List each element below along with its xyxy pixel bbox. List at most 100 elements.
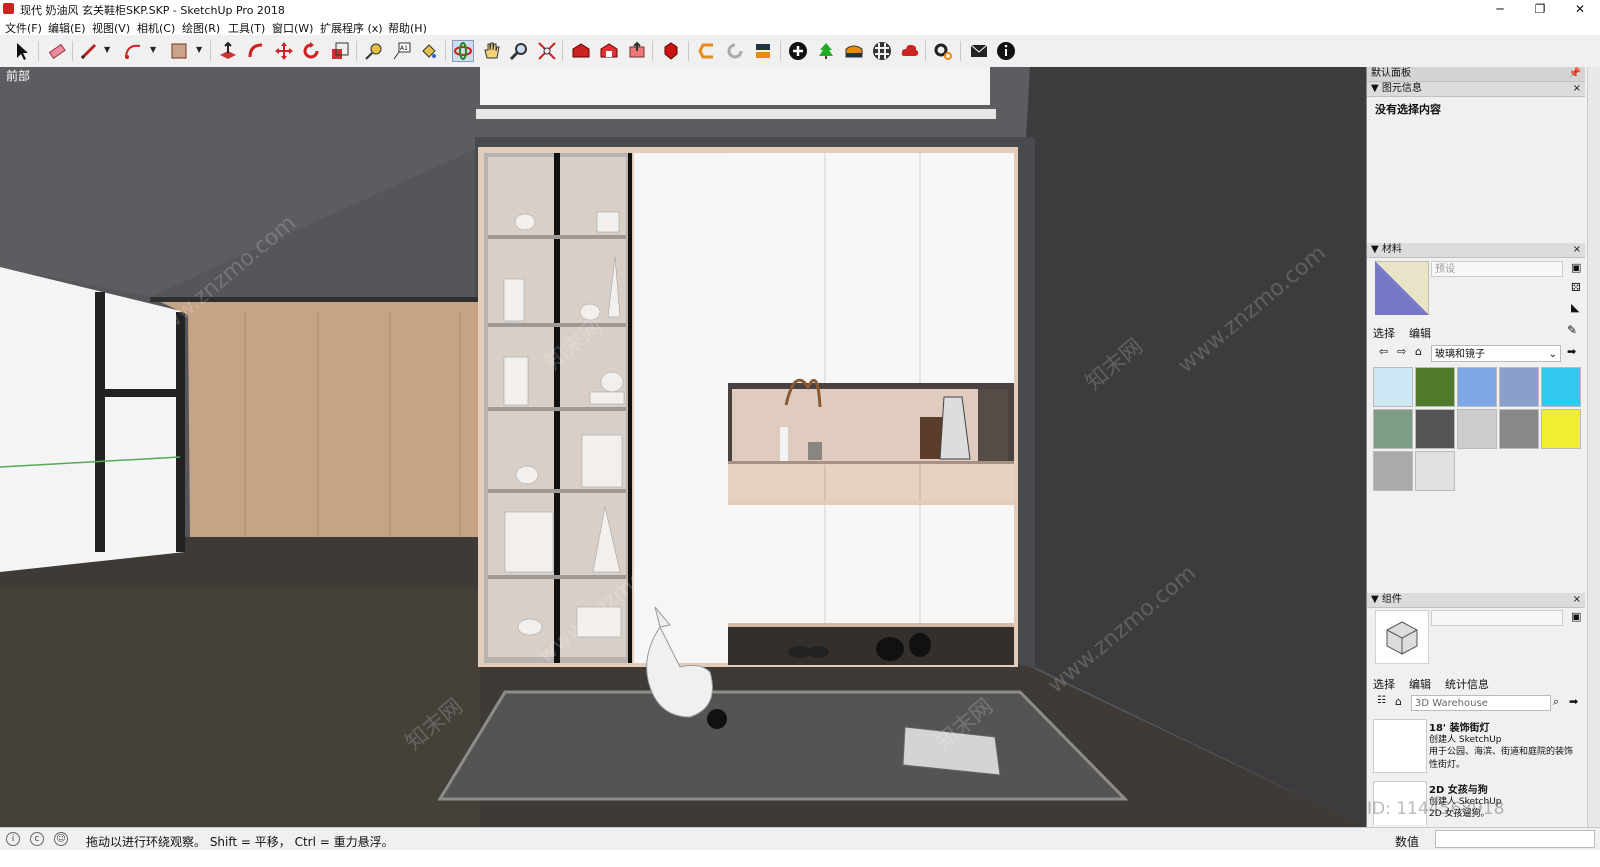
preferences-gear-icon[interactable]: [932, 40, 954, 62]
arc-tool-dropdown-icon[interactable]: ▼: [150, 45, 156, 54]
material-swatch[interactable]: [1373, 451, 1413, 491]
materials-header[interactable]: ▼ 材料 ×: [1367, 243, 1585, 258]
menu-tools[interactable]: 工具(T): [228, 20, 265, 36]
menu-draw[interactable]: 绘图(R): [182, 20, 220, 36]
material-swatch[interactable]: [1457, 409, 1497, 449]
reload-icon[interactable]: [724, 40, 746, 62]
zoom-extents-tool-icon[interactable]: [536, 40, 558, 62]
close-panel-icon[interactable]: ×: [1573, 243, 1581, 257]
components-tab-edit[interactable]: 编辑: [1409, 676, 1431, 692]
material-swatch[interactable]: [1541, 409, 1581, 449]
orbit-tool-icon[interactable]: [452, 40, 474, 62]
cloud-upload-icon[interactable]: [899, 40, 921, 62]
bottom-strip: [0, 850, 1600, 867]
component-list-item[interactable]: 18' 装饰街灯 创建人 SketchUp 用于公园、海滨、街道和庭院的装饰性街…: [1373, 719, 1581, 775]
material-swatch[interactable]: [1499, 367, 1539, 407]
components-header[interactable]: ▼ 组件 ×: [1367, 593, 1585, 608]
forward-arrow-icon[interactable]: ⇨: [1397, 345, 1406, 358]
extension-warehouse-icon[interactable]: [598, 40, 620, 62]
share-model-icon[interactable]: [626, 40, 648, 62]
material-swatch[interactable]: [1415, 367, 1455, 407]
menu-file[interactable]: 文件(F): [5, 20, 42, 36]
components-tab-stats[interactable]: 统计信息: [1445, 676, 1489, 692]
material-name-field[interactable]: 预设: [1431, 261, 1563, 277]
search-icon[interactable]: ⌕: [1553, 695, 1559, 709]
push-pull-tool-icon[interactable]: [217, 40, 239, 62]
scale-tool-icon[interactable]: [329, 40, 351, 62]
components-tab-select[interactable]: 选择: [1373, 676, 1395, 692]
line-tool-icon[interactable]: [78, 40, 100, 62]
texture-checker-icon[interactable]: [871, 40, 893, 62]
create-material-icon[interactable]: ▣: [1571, 261, 1581, 274]
material-library-select[interactable]: 玻璃和镜子 ⌄: [1431, 345, 1561, 362]
menu-camera[interactable]: 相机(C): [137, 20, 175, 36]
add-location-icon[interactable]: [787, 40, 809, 62]
zoom-tool-icon[interactable]: [508, 40, 530, 62]
component-search-input[interactable]: 3D Warehouse: [1411, 695, 1551, 711]
sample-paint-icon[interactable]: ⚄: [1571, 281, 1581, 294]
menu-window[interactable]: 窗口(W): [272, 20, 313, 36]
default-material-icon[interactable]: ◣: [1571, 301, 1579, 314]
tray-title-bar[interactable]: 默认面板 📌: [1367, 67, 1585, 82]
info-icon[interactable]: [995, 40, 1017, 62]
minimize-button[interactable]: ─: [1480, 0, 1520, 18]
eraser-tool-icon[interactable]: [46, 40, 68, 62]
close-panel-icon[interactable]: ×: [1573, 82, 1581, 96]
menu-edit[interactable]: 编辑(E): [48, 20, 86, 36]
back-arrow-icon[interactable]: ⇦: [1379, 345, 1388, 358]
pan-tool-icon[interactable]: [480, 40, 502, 62]
user-icon[interactable]: ☺: [54, 832, 68, 846]
ruby-console-icon[interactable]: [660, 40, 682, 62]
material-swatch[interactable]: [1415, 451, 1455, 491]
credits-icon[interactable]: c: [30, 832, 44, 846]
shape-tool-dropdown-icon[interactable]: ▼: [196, 45, 202, 54]
arc-tool-icon[interactable]: [122, 40, 144, 62]
menu-extensions[interactable]: 扩展程序 (x): [320, 20, 383, 36]
rectangle-tool-icon[interactable]: [168, 40, 190, 62]
material-swatch[interactable]: [1541, 367, 1581, 407]
create-component-icon[interactable]: ▣: [1571, 610, 1581, 623]
geolocation-icon[interactable]: i: [6, 832, 20, 846]
materials-tab-edit[interactable]: 编辑: [1409, 325, 1431, 341]
material-swatch[interactable]: [1415, 409, 1455, 449]
warehouse-icon[interactable]: [570, 40, 592, 62]
paint-bucket-tool-icon[interactable]: [418, 40, 440, 62]
text-tool-icon[interactable]: A1: [391, 40, 413, 62]
close-panel-icon[interactable]: ×: [1573, 593, 1581, 607]
view-options-icon[interactable]: ☷: [1377, 695, 1386, 706]
send-to-layout-icon[interactable]: [752, 40, 774, 62]
follow-me-tool-icon[interactable]: [245, 40, 267, 62]
menu-help[interactable]: 帮助(H): [388, 20, 427, 36]
maximize-button[interactable]: ❐: [1520, 0, 1560, 18]
window-title: 现代 奶油风 玄关鞋柜SKP.SKP - SketchUp Pro 2018: [20, 4, 285, 17]
details-arrow-icon[interactable]: ➡: [1569, 695, 1578, 708]
layout-icon[interactable]: [696, 40, 718, 62]
details-arrow-icon[interactable]: ➡: [1567, 345, 1576, 358]
toggle-terrain-icon[interactable]: [815, 40, 837, 62]
material-swatch[interactable]: [1373, 367, 1413, 407]
menu-view[interactable]: 视图(V): [92, 20, 130, 36]
home-icon[interactable]: ⌂: [1395, 695, 1402, 708]
scene-tab[interactable]: 前部: [6, 67, 30, 84]
sandbox-icon[interactable]: [843, 40, 865, 62]
rotate-tool-icon[interactable]: [300, 40, 322, 62]
pin-icon[interactable]: 📌: [1569, 67, 1581, 81]
entity-info-header[interactable]: ▼ 图元信息 ×: [1367, 82, 1585, 97]
eyedropper-icon[interactable]: ✎: [1567, 323, 1577, 337]
measurements-input[interactable]: [1435, 830, 1595, 848]
select-tool-icon[interactable]: [11, 40, 33, 62]
close-button[interactable]: ✕: [1560, 0, 1600, 18]
line-tool-dropdown-icon[interactable]: ▼: [104, 45, 110, 54]
material-swatch[interactable]: [1457, 367, 1497, 407]
message-envelope-icon[interactable]: [968, 40, 990, 62]
material-swatch[interactable]: [1373, 409, 1413, 449]
tray-scrollbar[interactable]: [1587, 67, 1600, 827]
material-swatch[interactable]: [1499, 409, 1539, 449]
home-icon[interactable]: ⌂: [1415, 345, 1422, 358]
materials-tab-select[interactable]: 选择: [1373, 325, 1395, 341]
component-name-field[interactable]: [1431, 610, 1563, 626]
streetlight-thumbnail: [1373, 719, 1427, 773]
tape-measure-tool-icon[interactable]: [363, 40, 385, 62]
model-viewport[interactable]: 前部 www.znzmo.com www.znzmo.com www.znzmo…: [0, 67, 1367, 827]
move-tool-icon[interactable]: [273, 40, 295, 62]
